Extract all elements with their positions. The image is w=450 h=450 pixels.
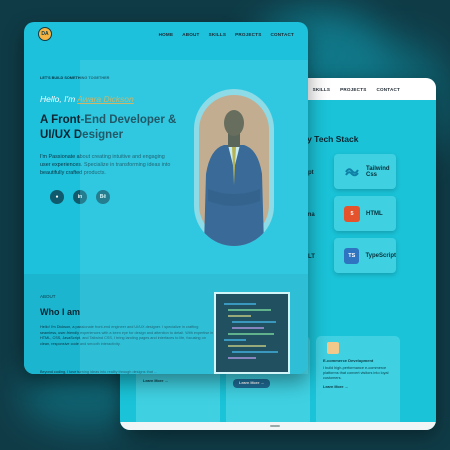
learn-more-link[interactable]: Learn More →: [323, 385, 393, 390]
skill-card-typescript: TS TypeScript: [334, 238, 396, 273]
profile-photo: [194, 89, 274, 246]
horizontal-scrollbar[interactable]: [120, 422, 436, 430]
service-card-ecommerce: E-commerce Development I build high-perf…: [316, 336, 400, 426]
about-heading: Who I am: [40, 307, 80, 317]
linkedin-icon[interactable]: in: [73, 190, 87, 204]
cart-icon: [327, 342, 339, 354]
skill-label: Tailwind Css: [366, 165, 390, 178]
hero-tagline: LET'S BUILD SOMETHING TOGETHER: [40, 76, 110, 80]
nav-projects[interactable]: PROJECTS: [235, 32, 261, 37]
behance-icon[interactable]: Bē: [96, 190, 110, 204]
top-nav: DA HOME ABOUT SKILLS PROJECTS CONTACT: [24, 22, 308, 46]
greeting-name: Awara Dickson: [77, 94, 134, 104]
tailwind-icon: [344, 163, 360, 180]
hero-greeting: Hello, I'm Awara Dickson: [40, 94, 134, 104]
html5-icon: 5: [344, 205, 360, 222]
logo[interactable]: DA: [38, 27, 52, 41]
laptop-code-image: [214, 292, 290, 374]
nav-about[interactable]: ABOUT: [182, 32, 199, 37]
nav-contact[interactable]: CONTACT: [270, 32, 294, 37]
about-section: ABOUT Who I am Hello! I'm Dickson, a pas…: [24, 274, 308, 374]
skill-label: HTML: [366, 210, 383, 217]
nav-home[interactable]: HOME: [159, 32, 174, 37]
nav-skills[interactable]: SKILLS: [209, 32, 227, 37]
portfolio-window: DA HOME ABOUT SKILLS PROJECTS CONTACT LE…: [24, 22, 308, 374]
learn-more-link[interactable]: Learn More →: [143, 379, 213, 384]
about-text: Hello! I'm Dickson, a passionate front-e…: [40, 325, 214, 346]
skill-card-html: 5 HTML: [334, 196, 396, 231]
github-icon[interactable]: ●: [50, 190, 64, 204]
tech-stack-title: My Tech Stack: [300, 134, 359, 144]
learn-more-button[interactable]: Learn More →: [233, 379, 271, 388]
service-text: I build high-performance e-commerce plat…: [323, 366, 389, 380]
nav-skills[interactable]: SKILLS: [313, 87, 331, 92]
greeting-prefix: Hello, I'm: [40, 94, 76, 104]
partial-card-label: pt: [308, 170, 314, 176]
nav-projects[interactable]: PROJECTS: [340, 87, 366, 92]
scroll-thumb[interactable]: [270, 425, 280, 427]
about-kicker: ABOUT: [40, 294, 56, 299]
nav-contact[interactable]: CONTACT: [376, 87, 400, 92]
skill-card-tailwind: Tailwind Css: [334, 154, 396, 189]
service-title: E-commerce Development: [323, 358, 374, 363]
skill-label: TypeScript: [365, 252, 396, 259]
typescript-icon: TS: [344, 247, 360, 264]
hero-headline: A Front-End Developer & UI/UX Designer: [40, 114, 177, 141]
about-text-2: Beyond coding, I love turning ideas into…: [40, 370, 158, 374]
partial-card-label: LT: [308, 254, 315, 260]
hero-intro: I'm Passionate about creating intuitive …: [40, 154, 171, 176]
